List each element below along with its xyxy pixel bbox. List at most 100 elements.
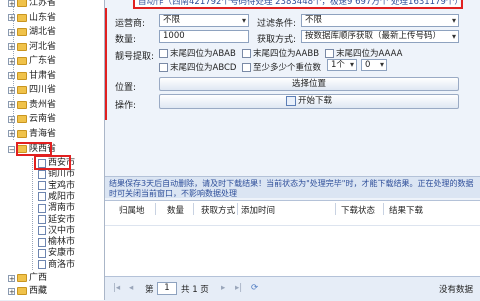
folder-icon bbox=[17, 42, 27, 51]
region-tree: + 江苏省 + 山东省 + 湖北省 + 河北省 + 广东省 + 甘肃省 + 四川省 + 贵州省 + 云南省 + 青海省… bbox=[0, 0, 105, 300]
start-download-button[interactable]: 开始下载 bbox=[159, 94, 459, 109]
last-page-icon[interactable]: ▸| bbox=[235, 283, 242, 293]
location-label: 位置: bbox=[115, 83, 137, 93]
expand-icon[interactable]: + bbox=[8, 115, 15, 123]
folder-icon bbox=[17, 100, 27, 109]
tree-node-city[interactable]: 延安市 bbox=[38, 214, 75, 226]
folder-icon bbox=[17, 274, 27, 282]
download-panel: 自动作（西南421792个号码待处理 2383448个，极速9 697万个 处理… bbox=[105, 0, 480, 301]
tree-node-province[interactable]: + 西藏 bbox=[8, 285, 47, 297]
location-button-label: 选择位置 bbox=[291, 79, 326, 89]
tree-node-province[interactable]: + 贵州省 bbox=[8, 99, 56, 111]
folder-icon bbox=[17, 13, 27, 22]
method-select[interactable]: 按数据库顺序获取（最新上传号码） bbox=[301, 30, 459, 43]
col-header-status: 下载状态 bbox=[341, 206, 376, 216]
repeat-digit-select[interactable]: 0 bbox=[361, 59, 387, 71]
expand-icon[interactable]: + bbox=[8, 14, 15, 22]
expand-icon[interactable]: + bbox=[8, 101, 15, 109]
folder-icon bbox=[17, 115, 27, 123]
tree-node-city[interactable]: 汉中市 bbox=[38, 225, 75, 237]
status-message: 结果保存3天后自动删除，请及时下载结果！当前状态为"处理完毕"时，才能下载结果。… bbox=[105, 176, 480, 198]
col-header-location: 归属地 bbox=[119, 206, 145, 216]
tree-node-city[interactable]: 咸阳市 bbox=[38, 191, 75, 203]
tree-node-city[interactable]: 铜川市 bbox=[38, 168, 75, 180]
quantity-input[interactable]: 1000 bbox=[159, 30, 249, 43]
prev-page-icon[interactable]: ◂ bbox=[129, 283, 133, 293]
expand-icon[interactable]: + bbox=[8, 0, 15, 7]
highlight-banner bbox=[133, 0, 463, 9]
aaaa-checkbox[interactable]: 末尾四位为AAAA bbox=[325, 47, 402, 59]
tree-node-province[interactable]: + 青海省 bbox=[8, 128, 56, 140]
page-count: 共 1 页 bbox=[181, 285, 209, 295]
tree-node-province[interactable]: + 甘肃省 bbox=[8, 70, 56, 82]
tree-node-province[interactable]: + 广东省 bbox=[8, 55, 56, 67]
start-button-label: 开始下载 bbox=[297, 96, 332, 106]
document-icon bbox=[38, 215, 46, 224]
expand-icon[interactable]: + bbox=[8, 72, 15, 80]
abcd-checkbox[interactable]: 末尾四位为ABCD bbox=[159, 61, 236, 73]
operator-label: 运营商: bbox=[115, 19, 146, 29]
filter-label: 过滤条件: bbox=[257, 19, 297, 29]
first-page-icon[interactable]: |◂ bbox=[113, 283, 120, 293]
operation-label: 操作: bbox=[115, 101, 137, 111]
expand-icon[interactable]: + bbox=[8, 287, 15, 295]
tree-node-province[interactable]: + 云南省 bbox=[8, 113, 56, 125]
tree-node-province[interactable]: + 湖北省 bbox=[8, 26, 56, 38]
next-page-icon[interactable]: ▸ bbox=[221, 283, 225, 293]
tree-node-city[interactable]: 商洛市 bbox=[38, 259, 75, 271]
abab-checkbox[interactable]: 末尾四位为ABAB bbox=[159, 47, 236, 59]
select-location-button[interactable]: 选择位置 bbox=[159, 77, 459, 91]
expand-icon[interactable]: + bbox=[8, 86, 15, 94]
page-input[interactable]: 1 bbox=[157, 282, 177, 295]
document-icon bbox=[38, 260, 46, 270]
folder-icon bbox=[17, 0, 27, 7]
expand-icon[interactable]: + bbox=[8, 274, 15, 282]
pager: |◂ ◂ 第 1 共 1 页 ▸ ▸| ⟳ 没有数据 bbox=[105, 276, 480, 301]
download-icon bbox=[285, 95, 296, 106]
folder-icon bbox=[17, 86, 27, 94]
highlight-connector bbox=[105, 8, 107, 120]
operator-select[interactable]: 不限 bbox=[159, 14, 249, 27]
repeat-digits-checkbox[interactable]: 至少多少个重位数 bbox=[242, 61, 321, 73]
col-header-time: 添加时间 bbox=[241, 206, 276, 216]
tree-node-province[interactable]: + 山东省 bbox=[8, 12, 56, 24]
document-icon bbox=[38, 169, 46, 179]
highlight-city bbox=[34, 155, 71, 170]
folder-icon bbox=[17, 287, 27, 295]
document-icon bbox=[38, 192, 46, 202]
col-header-quantity: 数量 bbox=[167, 206, 185, 216]
col-header-method: 获取方式 bbox=[201, 206, 236, 216]
repeat-count-select[interactable]: 1个 bbox=[327, 59, 357, 71]
tree-node-province[interactable]: + 广西 bbox=[8, 272, 47, 284]
method-label: 获取方式: bbox=[257, 35, 297, 45]
expand-icon[interactable]: + bbox=[8, 28, 15, 36]
tree-node-province[interactable]: + 河北省 bbox=[8, 41, 56, 53]
tree-node-city[interactable]: 安康市 bbox=[38, 247, 75, 259]
expand-icon[interactable]: + bbox=[8, 130, 15, 138]
folder-icon bbox=[17, 71, 27, 80]
filter-select[interactable]: 不限 bbox=[301, 14, 459, 27]
page-word: 第 bbox=[145, 285, 154, 295]
tree-node-city[interactable]: 宝鸡市 bbox=[38, 180, 75, 192]
pretty-label: 靓号提取: bbox=[115, 52, 155, 62]
collapse-icon[interactable]: − bbox=[8, 145, 15, 153]
document-icon bbox=[38, 203, 46, 213]
empty-text: 没有数据 bbox=[439, 285, 474, 295]
document-icon bbox=[38, 226, 46, 236]
results-grid-body bbox=[105, 225, 480, 277]
col-header-result: 结果下载 bbox=[389, 206, 424, 216]
folder-icon bbox=[17, 28, 27, 36]
tree-node-city[interactable]: 榆林市 bbox=[38, 236, 75, 248]
tree-node-province[interactable]: + 四川省 bbox=[8, 84, 56, 96]
document-icon bbox=[38, 181, 46, 191]
tree-node-city[interactable]: 渭南市 bbox=[38, 202, 75, 214]
document-icon bbox=[38, 248, 46, 258]
quantity-label: 数量: bbox=[115, 35, 137, 45]
refresh-icon[interactable]: ⟳ bbox=[251, 283, 258, 293]
folder-icon bbox=[17, 57, 27, 65]
highlight-province bbox=[16, 142, 52, 156]
tree-node-province[interactable]: + 江苏省 bbox=[8, 0, 56, 9]
expand-icon[interactable]: + bbox=[8, 57, 15, 65]
aabb-checkbox[interactable]: 末尾四位为AABB bbox=[242, 47, 319, 59]
expand-icon[interactable]: + bbox=[8, 43, 15, 51]
